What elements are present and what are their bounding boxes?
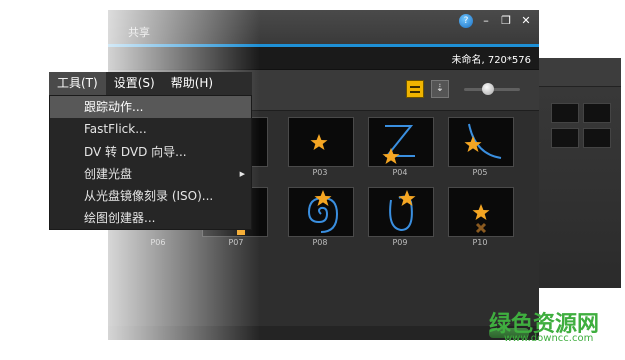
background-thumbnail	[551, 128, 579, 148]
project-info: 未命名, 720*576	[451, 55, 531, 66]
menu-settings[interactable]: 设置(S)	[106, 72, 163, 95]
zoom-slider-handle[interactable]	[482, 83, 494, 95]
watermark-url: www.downcc.com	[504, 333, 594, 344]
menu-item-fastflick[interactable]: FastFlick...	[50, 118, 251, 140]
thumbnail-label: P07	[228, 238, 244, 247]
background-thumbnail	[583, 128, 611, 148]
thumbnail-p03[interactable]	[288, 117, 354, 167]
info-bar: 未命名, 720*576	[108, 47, 539, 70]
thumbnail-p05[interactable]	[448, 117, 514, 167]
thumbnail-p08[interactable]	[288, 187, 354, 237]
maximize-icon[interactable]: ❐	[499, 14, 513, 28]
thumbnail-p10[interactable]	[448, 187, 514, 237]
menu-tools[interactable]: 工具(T)	[49, 72, 106, 95]
thumbnail-label: P10	[472, 238, 488, 247]
thumbnail-label: P09	[392, 238, 408, 247]
menu-item-burn-iso[interactable]: 从光盘镜像刻录 (ISO)...	[50, 185, 251, 207]
thumbnail-label: P08	[312, 238, 328, 247]
thumbnail-label: P03	[312, 168, 328, 177]
minimize-icon[interactable]: –	[479, 14, 493, 28]
window-controls: ? – ❐ ✕	[459, 14, 533, 28]
menu-item-create-disc[interactable]: 创建光盘 ▶	[50, 163, 251, 185]
storyboard-view-icon[interactable]	[406, 80, 424, 98]
menu-item-motion-tracking[interactable]: 跟踪动作...	[50, 96, 251, 119]
status-bar	[108, 326, 539, 340]
tab-share[interactable]: 共享	[128, 24, 150, 40]
menu-item-label: 创建光盘	[84, 166, 133, 181]
menu-help[interactable]: 帮助(H)	[163, 72, 221, 95]
tools-dropdown: 跟踪动作... FastFlick... DV 转 DVD 向导... 创建光盘…	[49, 95, 252, 230]
thumbnail-label: P04	[392, 168, 408, 177]
submenu-arrow-icon: ▶	[239, 169, 245, 178]
background-thumbnail	[583, 103, 611, 123]
thumbnail-label: P05	[472, 168, 488, 177]
close-icon[interactable]: ✕	[519, 14, 533, 28]
sort-icon[interactable]: ⇣	[431, 80, 449, 98]
help-icon[interactable]: ?	[459, 14, 473, 28]
title-bar: 共享 ? – ❐ ✕	[108, 10, 539, 44]
menu-item-dv-to-dvd[interactable]: DV 转 DVD 向导...	[50, 141, 251, 163]
menu-bar: 工具(T) 设置(S) 帮助(H)	[49, 72, 252, 95]
thumbnail-p04[interactable]	[368, 117, 434, 167]
menu-item-painting-creator[interactable]: 绘图创建器...	[50, 207, 251, 229]
thumbnail-label: P06	[150, 238, 166, 247]
background-thumbnail	[551, 103, 579, 123]
thumbnail-p09[interactable]	[368, 187, 434, 237]
